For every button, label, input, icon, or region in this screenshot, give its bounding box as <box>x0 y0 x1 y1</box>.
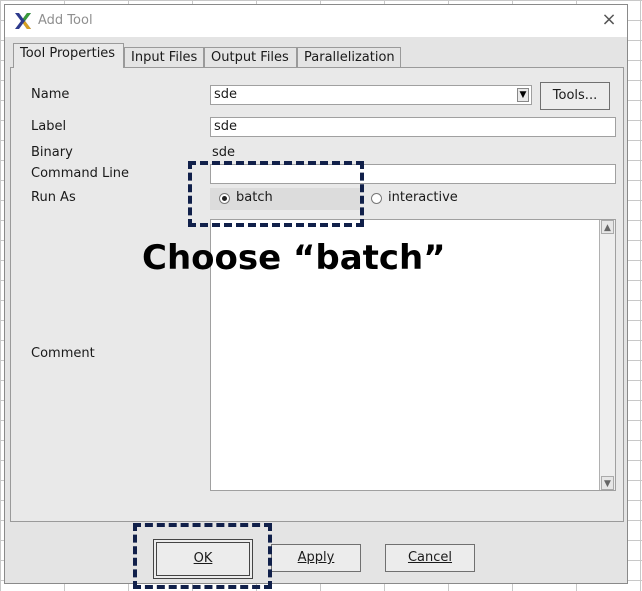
tab-output-files[interactable]: Output Files <box>204 47 297 67</box>
radio-batch-label: batch <box>236 190 273 205</box>
cancel-button-label: Cancel <box>407 550 453 565</box>
comment-scrollbar[interactable]: ▲ ▼ <box>599 220 615 490</box>
tab-tool-properties[interactable]: Tool Properties <box>13 43 124 68</box>
run-as-label: Run As <box>31 190 76 205</box>
label-input[interactable]: sde <box>210 117 616 137</box>
tools-button[interactable]: Tools... <box>540 82 610 110</box>
radio-interactive[interactable]: interactive <box>371 188 491 210</box>
scroll-down-icon[interactable]: ▼ <box>601 476 614 490</box>
radio-unchecked-icon[interactable] <box>371 193 382 204</box>
tab-parallelization[interactable]: Parallelization <box>297 47 401 67</box>
radio-batch[interactable]: batch <box>210 188 360 210</box>
apply-button-label: Apply <box>297 550 335 565</box>
ok-button[interactable]: OK <box>153 539 253 579</box>
window-title: Add Tool <box>38 13 93 28</box>
binary-label: Binary <box>31 145 73 160</box>
apply-button[interactable]: Apply <box>271 544 361 572</box>
binary-value: sde <box>212 145 236 160</box>
tab-bar: Tool Properties Input Files Output Files… <box>9 43 627 68</box>
ok-button-label: OK <box>193 551 213 566</box>
command-line-label: Command Line <box>31 166 130 181</box>
close-icon[interactable]: × <box>599 10 619 30</box>
cancel-button[interactable]: Cancel <box>385 544 475 572</box>
name-combobox[interactable]: sde ▼ <box>210 85 532 105</box>
annotation-callout: Choose “batch” <box>142 238 446 278</box>
comment-label: Comment <box>31 346 95 361</box>
name-value: sde <box>214 87 238 102</box>
button-bar: OK Apply Cancel <box>5 525 627 583</box>
name-label: Name <box>31 87 70 102</box>
command-line-input[interactable] <box>210 164 616 184</box>
scroll-up-icon[interactable]: ▲ <box>601 220 614 234</box>
chevron-down-icon[interactable]: ▼ <box>517 88 529 102</box>
radio-checked-icon[interactable] <box>219 193 230 204</box>
tools-button-label: Tools... <box>552 88 598 103</box>
label-label: Label <box>31 119 67 134</box>
title-bar: Add Tool × <box>5 5 627 37</box>
app-logo-icon <box>15 13 31 29</box>
radio-interactive-label: interactive <box>388 190 458 205</box>
tab-input-files[interactable]: Input Files <box>124 47 204 67</box>
tool-properties-panel: Name sde ▼ Tools... Label sde Binary sde… <box>10 67 624 522</box>
add-tool-dialog: Add Tool × Tool Properties Input Files O… <box>4 4 628 584</box>
